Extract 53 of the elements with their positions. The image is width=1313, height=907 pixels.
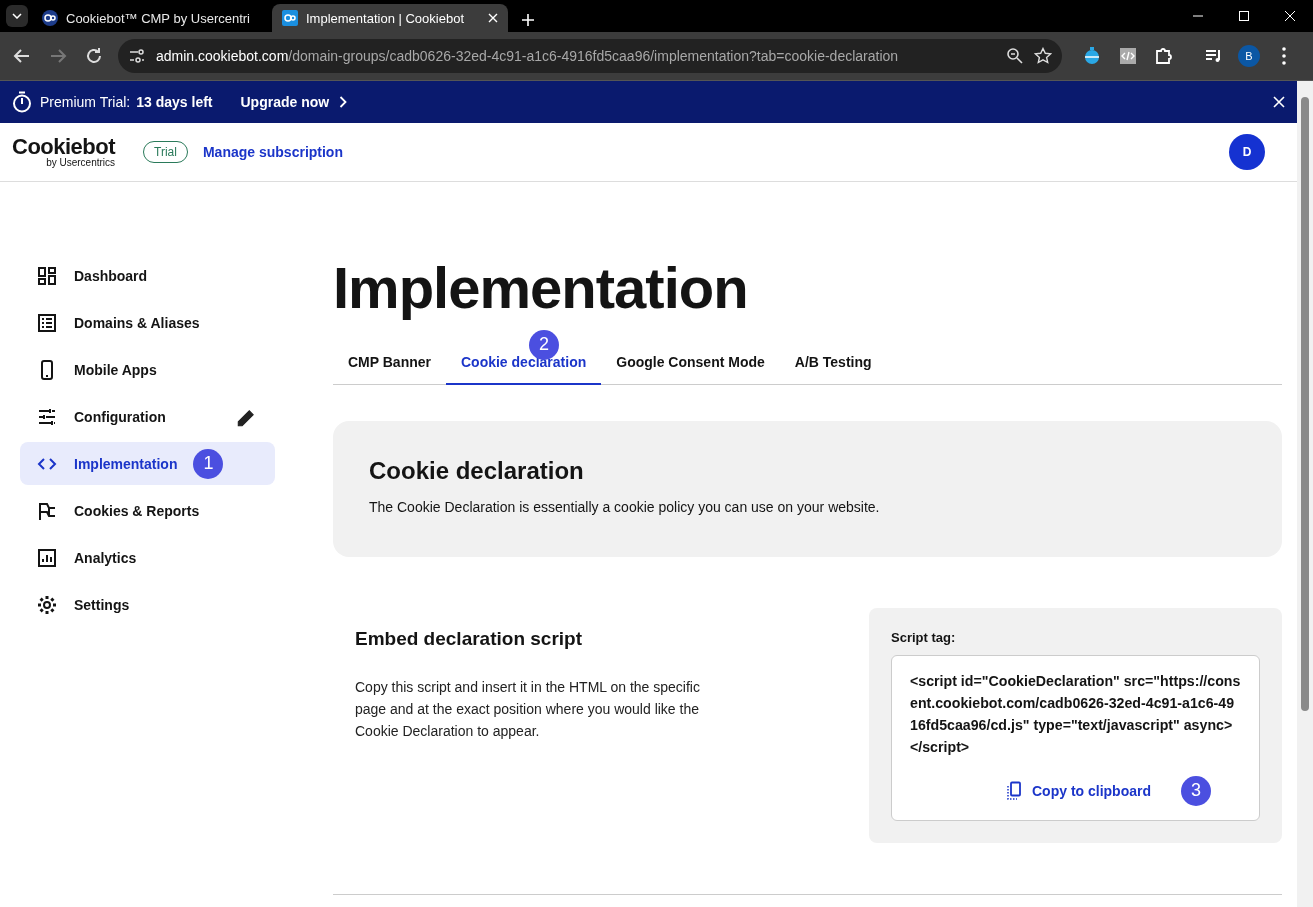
cookiebot-favicon-icon bbox=[42, 10, 58, 26]
sidebar-item[interactable]: Analytics bbox=[20, 536, 275, 579]
close-icon[interactable] bbox=[488, 13, 498, 23]
caret-icon bbox=[12, 13, 22, 19]
copy-to-clipboard-button[interactable]: Copy to clipboard bbox=[1006, 780, 1151, 801]
site-settings-icon[interactable] bbox=[128, 47, 146, 65]
logo-tagline: by Usercentrics bbox=[46, 158, 116, 168]
manage-subscription-link[interactable]: Manage subscription bbox=[202, 144, 343, 160]
card-title: Cookie declaration bbox=[369, 456, 585, 485]
user-avatar[interactable]: D bbox=[1229, 134, 1265, 170]
cookiebot-favicon-icon bbox=[282, 10, 298, 26]
profile-avatar[interactable]: B bbox=[1238, 45, 1260, 67]
step-marker: 3 bbox=[1181, 775, 1211, 806]
url-path: /domain-groups/cadb0626-32ed-4c91-a1c6-4916fd5caa96/implementation?tab=cookie-declaration bbox=[288, 48, 899, 64]
section-title: Embed declaration script bbox=[355, 627, 583, 650]
nav-icon bbox=[36, 311, 58, 334]
sidebar-item[interactable]: Dashboard bbox=[20, 254, 275, 297]
address-bar[interactable]: admin.cookiebot.com/domain-groups/cadb0626-32ed-4c91-a1c6-4916fd5caa96/implementation?tab=cookie-declaration bbox=[118, 39, 1062, 73]
sidebar-item[interactable]: Settings bbox=[20, 583, 275, 626]
stopwatch-icon bbox=[12, 91, 32, 113]
sidebar-item[interactable]: Implementation 1 bbox=[20, 442, 275, 485]
pencil-icon[interactable] bbox=[235, 407, 257, 429]
browser-tab[interactable]: Implementation | Cookiebot bbox=[272, 4, 508, 32]
url-host: admin.cookiebot.com bbox=[156, 48, 289, 64]
zoom-icon[interactable] bbox=[1006, 47, 1024, 65]
tab-list-button[interactable] bbox=[6, 5, 28, 27]
tab[interactable]: Google Consent Mode bbox=[601, 341, 780, 385]
sidebar-item[interactable]: Domains & Aliases bbox=[20, 301, 275, 344]
logo-wordmark: Cookiebot bbox=[12, 136, 116, 158]
card-description: The Cookie Declaration is essentially a cookie policy you can use on your website. bbox=[369, 498, 881, 515]
sidebar-item[interactable]: Mobile Apps bbox=[20, 348, 275, 391]
trial-label: Premium Trial: bbox=[40, 94, 131, 110]
script-label: Script tag: bbox=[891, 629, 957, 645]
browser-tab[interactable]: Cookiebot™ CMP by Usercentri bbox=[32, 4, 268, 32]
scrollbar-thumb[interactable] bbox=[1301, 97, 1309, 711]
nav-icon bbox=[36, 593, 58, 616]
star-icon[interactable] bbox=[1034, 47, 1052, 65]
new-tab-icon[interactable] bbox=[522, 14, 534, 26]
nav-icon bbox=[36, 546, 58, 569]
page-title: Implementation bbox=[333, 256, 749, 320]
copy-icon bbox=[1006, 780, 1022, 801]
chevron-icon bbox=[339, 96, 348, 108]
script-code: <script id="CookieDeclaration" src="https://consent.cookiebot.com/cadb0626-32ed-4c91-a1c6-4916fd5caa96/cd.js" type="text/javascript" async></script> bbox=[910, 671, 1241, 757]
step-marker: 1 bbox=[193, 448, 224, 479]
upgrade-link[interactable]: Upgrade now bbox=[240, 94, 348, 110]
sidebar-item[interactable]: Configuration bbox=[20, 395, 275, 438]
sidebar-item[interactable]: Cookies & Reports bbox=[20, 489, 275, 532]
nav-icon bbox=[36, 264, 58, 287]
tab[interactable]: A/B Testing bbox=[779, 341, 887, 385]
section-description: Copy this script and insert it in the HTML on the specific page and at the exact position where you would like the Cookie Declaration to appear. bbox=[355, 677, 701, 741]
close-icon[interactable] bbox=[1273, 96, 1285, 108]
trial-days-left: 13 days left bbox=[136, 94, 213, 110]
tab[interactable]: CMP Banner bbox=[333, 341, 446, 385]
